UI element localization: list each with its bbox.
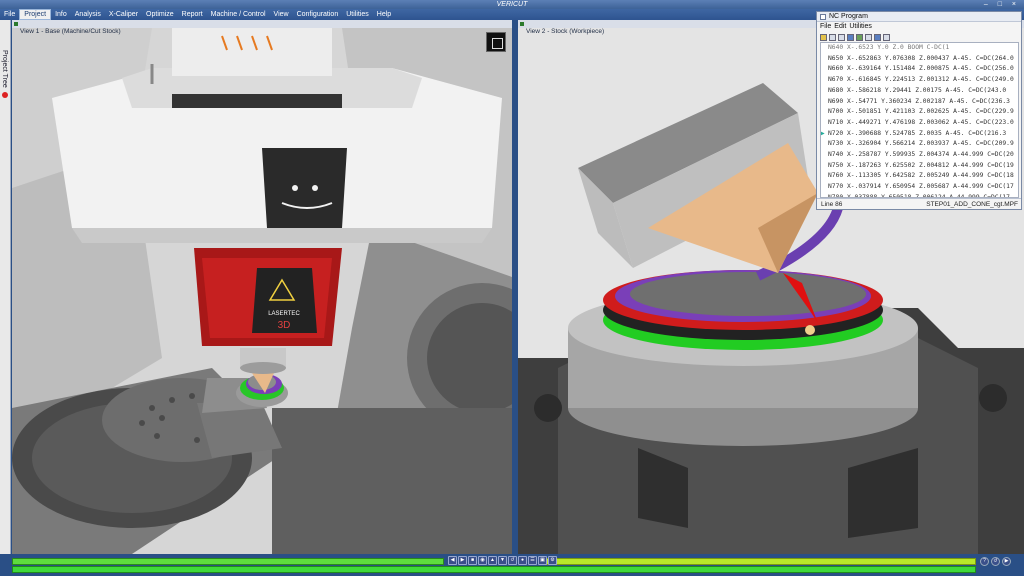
save-icon[interactable] bbox=[829, 33, 836, 41]
nc-code-line[interactable]: N680 X-.586218 Y.29441 Z.00175 A-45. C=D… bbox=[821, 86, 1018, 97]
nc-code-line[interactable]: N750 X-.187263 Y.625502 Z.004812 A-44.99… bbox=[821, 161, 1018, 172]
help-icon[interactable]: ? bbox=[980, 557, 989, 566]
nc-code-line[interactable]: N770 X-.037914 Y.650954 Z.005687 A-44.99… bbox=[821, 182, 1018, 193]
nc-code-line[interactable]: N670 X-.616845 Y.224513 Z.001312 A-45. C… bbox=[821, 75, 1018, 86]
app-title: VERICUT bbox=[496, 1, 528, 8]
nc-program-title: NC Program bbox=[829, 13, 868, 20]
menu-icon[interactable]: ☰ bbox=[528, 556, 537, 565]
nc-program-titlebar: NC Program bbox=[817, 12, 1021, 22]
edit-icon[interactable] bbox=[874, 33, 881, 41]
nc-menu-utilities[interactable]: Utilities bbox=[849, 22, 872, 32]
simulation-progress-bar bbox=[12, 566, 976, 573]
menu-project[interactable]: Project bbox=[19, 9, 52, 20]
print-icon[interactable] bbox=[838, 33, 845, 41]
menu-info[interactable]: Info bbox=[51, 9, 71, 20]
nc-code-line[interactable]: N700 X-.501851 Y.421103 Z.002625 A-45. C… bbox=[821, 107, 1018, 118]
nc-code-line[interactable]: N690 X-.54771 Y.360234 Z.002187 A-45. C=… bbox=[821, 97, 1018, 108]
view-1-title: View 1 - Base (Machine/Cut Stock) bbox=[20, 28, 121, 35]
menu-configuration[interactable]: Configuration bbox=[293, 9, 343, 20]
view-active-icon bbox=[14, 22, 18, 26]
project-tree-panel[interactable]: Project Tree bbox=[0, 20, 11, 554]
playback-controls: ◀ ▶ ■ ◉ ▲ ▼ ↺ ● ☰ ▣ ⚙ bbox=[448, 556, 557, 565]
menu-file[interactable]: File bbox=[0, 9, 19, 20]
nc-code-line[interactable]: N710 X-.449271 Y.476198 Z.003062 A-45. C… bbox=[821, 118, 1018, 129]
nc-code-listing[interactable]: N640 X-.6523 Y.0 Z.0 BOOM C-DC(1 N650 X-.… bbox=[820, 42, 1019, 198]
lasertec-model-text: 3D bbox=[278, 320, 291, 331]
nc-code-line[interactable]: N660 X-.639164 Y.151484 Z.000875 A-45. C… bbox=[821, 64, 1018, 75]
menu-x-caliper[interactable]: X-Caliper bbox=[105, 9, 142, 20]
menu-analysis[interactable]: Analysis bbox=[71, 9, 105, 20]
menu-optimize[interactable]: Optimize bbox=[142, 9, 178, 20]
reset-icon[interactable]: ↺ bbox=[508, 556, 517, 565]
menu-view[interactable]: View bbox=[270, 9, 293, 20]
step-down-icon[interactable]: ▼ bbox=[498, 556, 507, 565]
nc-code-line[interactable]: N720 X-.390688 Y.524785 Z.0035 A-45. C=D… bbox=[821, 129, 1018, 140]
menu-machine-control[interactable]: Machine / Control bbox=[207, 9, 270, 20]
view-1-header: View 1 - Base (Machine/Cut Stock) bbox=[12, 20, 512, 35]
nc-program-panel: NC Program File Edit Utilities N640 X-.652… bbox=[816, 11, 1022, 210]
simulation-progress-right bbox=[544, 558, 976, 565]
status-indicator-icon bbox=[2, 92, 8, 98]
view-orientation-cube-icon[interactable] bbox=[486, 32, 506, 52]
view-2-title: View 2 - Stock (Workpiece) bbox=[526, 28, 605, 35]
nc-line-number: Line 86 bbox=[821, 201, 843, 208]
rewind-icon[interactable]: ◀ bbox=[448, 556, 457, 565]
play-icon[interactable]: ▶ bbox=[1002, 557, 1011, 566]
nc-program-menu: File Edit Utilities bbox=[817, 22, 1021, 32]
lasertec-logo-text: LASERTEC bbox=[268, 311, 300, 317]
view-active-icon bbox=[520, 22, 524, 26]
nc-code-line[interactable]: N730 X-.326904 Y.566214 Z.003937 A-45. C… bbox=[821, 139, 1018, 150]
simulation-progress-left bbox=[12, 558, 444, 565]
nc-file-name: STEP01_ADD_CONE_cgt.MPF bbox=[926, 201, 1018, 208]
machine-viewport[interactable]: LASERTEC 3D bbox=[12, 28, 515, 554]
nc-code-line[interactable]: N640 X-.6523 Y.0 Z.0 BOOM C-DC(1 bbox=[821, 43, 1018, 54]
toolbar-icon[interactable]: ▣ bbox=[538, 556, 547, 565]
menu-help[interactable]: Help bbox=[373, 9, 395, 20]
goto-line-icon[interactable] bbox=[856, 33, 863, 41]
window-controls[interactable]: – □ × bbox=[984, 1, 1020, 8]
nc-code-line[interactable]: N650 X-.652863 Y.076308 Z.000437 A-45. C… bbox=[821, 54, 1018, 65]
bookmark-icon[interactable] bbox=[883, 33, 890, 41]
nc-menu-file[interactable]: File bbox=[820, 22, 831, 32]
refresh-icon[interactable] bbox=[865, 33, 872, 41]
folder-icon[interactable] bbox=[820, 33, 827, 41]
nc-code-line[interactable]: N740 X-.258787 Y.599935 Z.004374 A-44.99… bbox=[821, 150, 1018, 161]
nc-program-toolbar bbox=[817, 32, 1021, 42]
nc-code-line[interactable]: N760 X-.113305 Y.642582 Z.005249 A-44.99… bbox=[821, 171, 1018, 182]
nc-program-icon bbox=[820, 14, 826, 20]
vericut-window: VERICUT – □ × File Project Info Analysis X-C… bbox=[0, 0, 1024, 576]
menu-utilities[interactable]: Utilities bbox=[342, 9, 373, 20]
stop-icon[interactable]: ■ bbox=[468, 556, 477, 565]
title-bar: VERICUT – □ × bbox=[0, 0, 1024, 9]
record-icon[interactable]: ◉ bbox=[478, 556, 487, 565]
nc-program-statusbar: Line 86 STEP01_ADD_CONE_cgt.MPF bbox=[817, 198, 1021, 209]
nc-menu-edit[interactable]: Edit bbox=[834, 22, 846, 32]
menu-report[interactable]: Report bbox=[178, 9, 207, 20]
project-tree-label[interactable]: Project Tree bbox=[1, 50, 8, 88]
search-icon[interactable] bbox=[847, 33, 854, 41]
reset-icon[interactable]: ↺ bbox=[991, 557, 1000, 566]
play-icon[interactable]: ▶ bbox=[458, 556, 467, 565]
view-1[interactable]: View 1 - Base (Machine/Cut Stock) LASERT… bbox=[12, 20, 515, 554]
step-up-icon[interactable]: ▲ bbox=[488, 556, 497, 565]
view-controls: ? ↺ ▶ bbox=[980, 557, 1011, 566]
settings-icon[interactable]: ⚙ bbox=[548, 556, 557, 565]
simulation-status-bar: ◀ ▶ ■ ◉ ▲ ▼ ↺ ● ☰ ▣ ⚙ ? ↺ ▶ bbox=[0, 554, 1024, 576]
single-step-icon[interactable]: ● bbox=[518, 556, 527, 565]
